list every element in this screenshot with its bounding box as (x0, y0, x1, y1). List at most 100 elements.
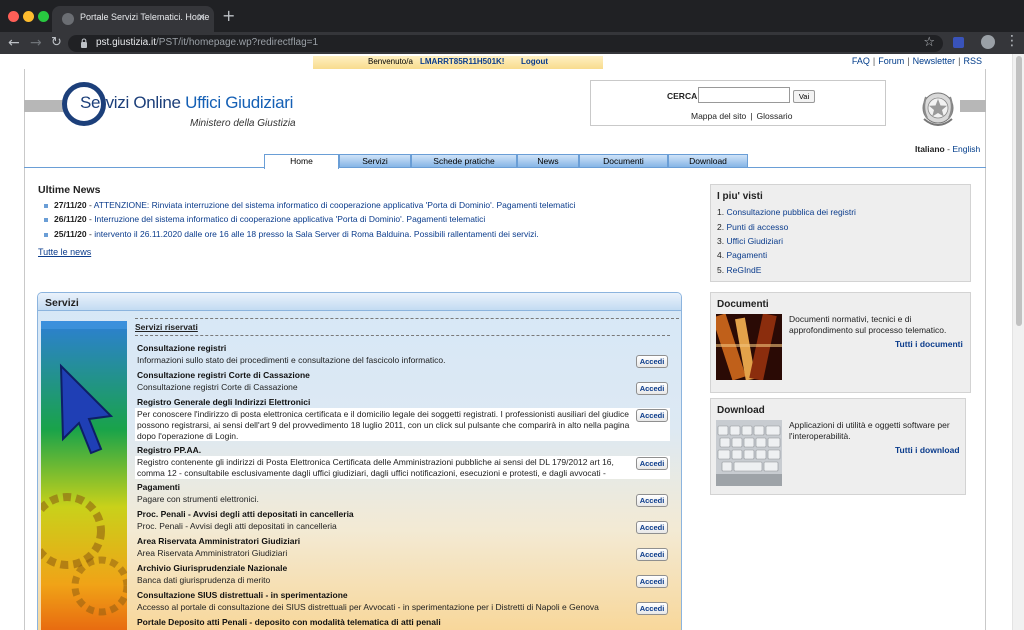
tab-documenti[interactable]: Documenti (579, 154, 668, 168)
tab-schede-pratiche[interactable]: Schede pratiche (411, 154, 517, 168)
service-title: Proc. Penali - Avvisi degli atti deposit… (137, 509, 354, 519)
download-title: Download (717, 405, 765, 416)
news-item[interactable]: 26/11/20 - Interruzione del sistema info… (44, 214, 485, 224)
documents-description: Documenti normativi, tecnici e di approf… (789, 314, 947, 335)
most-viewed-box: I piu' visti 1. Consultazione pubblica d… (710, 184, 971, 282)
tab-close-icon[interactable]: ✕ (197, 11, 206, 24)
welcome-text: Benvenuto/a (368, 57, 413, 66)
web-page: Benvenuto/a LMARRT85R11H501K! Logout FAQ… (0, 54, 1024, 630)
service-description: Per conoscere l'indirizzo di posta elett… (137, 409, 630, 441)
search-box: CERCA Vai Mappa del sito | Glossario (590, 80, 886, 126)
accedi-button[interactable]: Accedi (636, 602, 668, 615)
tab-title: Portale Servizi Telematici. Home (80, 12, 210, 22)
service-description: Area Riservata Amministratori Giudiziari (137, 548, 288, 558)
url-text: pst.giustizia.it/PST/it/homepage.wp?redi… (96, 37, 319, 48)
divider (135, 318, 679, 319)
lock-icon (81, 38, 87, 48)
glossary-link[interactable]: Glossario (757, 111, 793, 121)
most-viewed-item[interactable]: 3. Uffici Giudiziari (717, 236, 783, 246)
accedi-button[interactable]: Accedi (636, 382, 668, 395)
tab-servizi[interactable]: Servizi (339, 154, 411, 168)
service-description: Registro contenente gli indirizzi di Pos… (137, 457, 614, 478)
welcome-bar: Benvenuto/a LMARRT85R11H501K! Logout (313, 56, 603, 69)
search-label: CERCA (667, 91, 698, 101)
tab-download[interactable]: Download (668, 154, 748, 168)
language-switch: Italiano - English (915, 144, 981, 154)
service-title: Pagamenti (137, 482, 180, 492)
site-logo-text[interactable]: Servizi Online Uffici Giudiziari (80, 93, 293, 113)
download-keyboard-image (716, 420, 782, 486)
accedi-button[interactable]: Accedi (636, 355, 668, 368)
tab-home[interactable]: Home (264, 154, 339, 169)
accedi-button[interactable]: Accedi (636, 521, 668, 534)
address-bar[interactable]: pst.giustizia.it/PST/it/homepage.wp?redi… (68, 35, 943, 52)
extension-icon[interactable] (953, 37, 964, 48)
news-item[interactable]: 27/11/20 - ATTENZIONE: Rinviata interruz… (44, 200, 575, 210)
search-button[interactable]: Vai (793, 90, 815, 103)
header-decor-bar (960, 100, 986, 112)
documents-title: Documenti (717, 299, 769, 310)
logout-link[interactable]: Logout (521, 57, 548, 66)
lang-english-link[interactable]: English (952, 144, 980, 154)
minimize-window-button[interactable] (23, 11, 34, 22)
header-decor-bar (24, 100, 64, 112)
news-item[interactable]: 25/11/20 - intervento il 26.11.2020 dall… (44, 229, 539, 239)
divider (135, 335, 670, 336)
most-viewed-item[interactable]: 2. Punti di accesso (717, 222, 788, 232)
services-panel: Servizi Servizi riservati Consultazione … (37, 292, 682, 630)
back-arrow-icon[interactable]: ← (8, 35, 20, 51)
sitemap-link[interactable]: Mappa del sito (691, 111, 746, 121)
service-title: Area Riservata Amministratori Giudiziari (137, 536, 301, 546)
accedi-button[interactable]: Accedi (636, 457, 668, 470)
all-downloads-link[interactable]: Tutti i download (895, 445, 960, 455)
news-heading: Ultime News (38, 184, 101, 196)
service-description: Consultazione registri Corte di Cassazio… (137, 382, 298, 392)
service-description: Accesso al portale di consultazione dei … (137, 602, 599, 612)
username-label: LMARRT85R11H501K! (420, 57, 505, 66)
service-title: Archivio Giurisprudenziale Nazionale (137, 563, 288, 573)
most-viewed-item[interactable]: 5. ReGIndE (717, 265, 761, 275)
browser-toolbar: ← → ↻ pst.giustizia.it/PST/it/homepage.w… (0, 32, 1024, 54)
browser-menu-icon[interactable]: ⋮ (1005, 33, 1019, 49)
most-viewed-item[interactable]: 4. Pagamenti (717, 250, 767, 260)
service-description: Pagare con strumenti elettronici. (137, 494, 259, 504)
browser-tab[interactable]: Portale Servizi Telematici. Home ✕ (52, 6, 214, 32)
most-viewed-title: I piu' visti (717, 191, 763, 202)
new-tab-button[interactable]: + (222, 8, 235, 24)
tab-news[interactable]: News (517, 154, 579, 168)
scrollbar-thumb[interactable] (1016, 56, 1022, 326)
search-links: Mappa del sito | Glossario (691, 111, 793, 121)
all-news-link[interactable]: Tutte le news (38, 247, 91, 257)
profile-avatar-icon[interactable] (981, 35, 995, 49)
accedi-button[interactable]: Accedi (636, 575, 668, 588)
all-documents-link[interactable]: Tutti i documenti (895, 339, 963, 349)
service-title: Registro Generale degli Indirizzi Elettr… (137, 397, 311, 407)
accedi-button[interactable]: Accedi (636, 494, 668, 507)
accedi-button[interactable]: Accedi (636, 409, 668, 422)
reload-icon[interactable]: ↻ (51, 35, 62, 51)
services-title: Servizi (45, 297, 79, 309)
rss-link[interactable]: RSS (963, 56, 982, 66)
download-box: Download Applicazioni di utilità e ogget… (710, 398, 966, 495)
services-illustration (41, 321, 127, 630)
browser-tab-strip: Portale Servizi Telematici. Home ✕ + (0, 0, 1024, 32)
accedi-button[interactable]: Accedi (636, 548, 668, 561)
service-description: Banca dati giurisprudenza di merito (137, 575, 271, 585)
service-title: Consultazione registri (137, 343, 227, 353)
faq-link[interactable]: FAQ (852, 56, 870, 66)
top-links: FAQ | Forum | Newsletter | RSS (851, 56, 982, 66)
most-viewed-item[interactable]: 1. Consultazione pubblica dei registri (717, 207, 856, 217)
search-input[interactable] (698, 87, 790, 103)
newsletter-link[interactable]: Newsletter (913, 56, 956, 66)
close-window-button[interactable] (8, 11, 19, 22)
service-description: Informazioni sullo stato dei procediment… (137, 355, 446, 365)
forum-link[interactable]: Forum (878, 56, 904, 66)
page-scrollbar[interactable] (1012, 54, 1024, 630)
italian-republic-emblem-icon (922, 92, 954, 126)
services-panel-header: Servizi (38, 293, 681, 311)
maximize-window-button[interactable] (38, 11, 49, 22)
forward-arrow-icon[interactable]: → (30, 35, 42, 51)
lang-italiano: Italiano (915, 144, 945, 154)
service-title: Portale Deposito atti Penali - deposito … (137, 617, 441, 627)
bookmark-star-icon[interactable]: ☆ (923, 35, 935, 50)
